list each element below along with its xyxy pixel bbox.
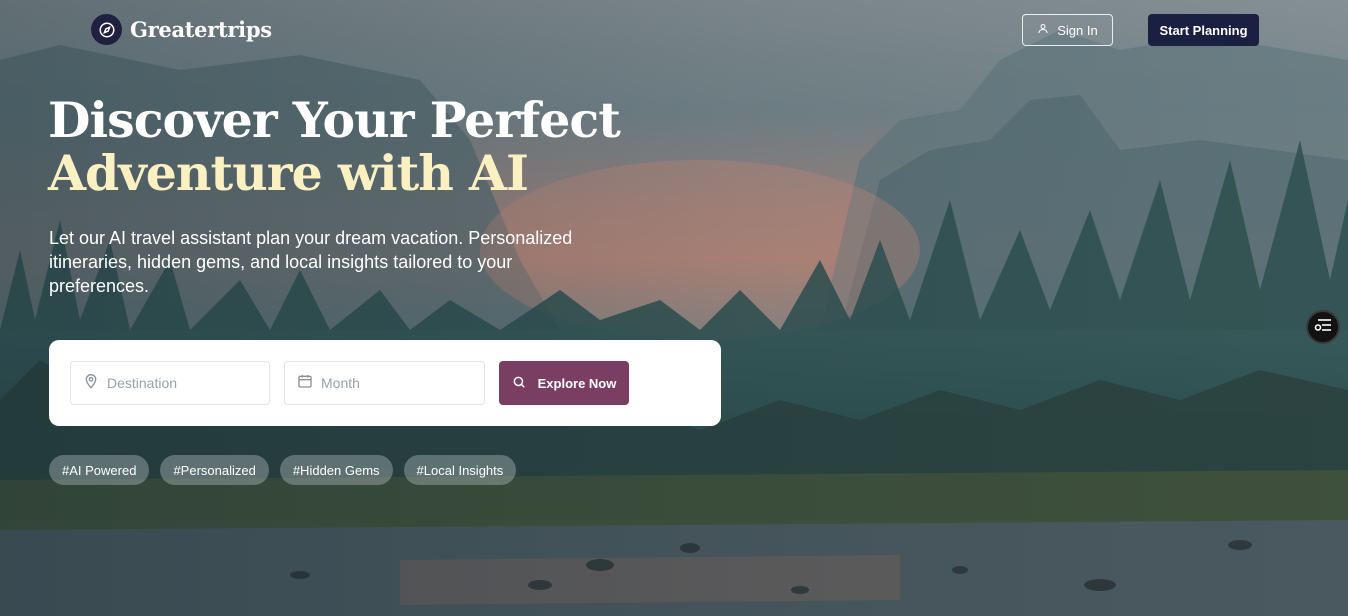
hero-title-line1: Discover Your Perfect xyxy=(48,91,621,149)
explore-now-button[interactable]: Explore Now xyxy=(499,361,629,405)
compass-icon xyxy=(91,14,122,45)
start-planning-label: Start Planning xyxy=(1159,22,1248,38)
calendar-icon xyxy=(297,373,313,394)
hero-title: Discover Your Perfect Adventure with AI xyxy=(48,91,621,202)
search-icon xyxy=(512,375,526,392)
month-field[interactable] xyxy=(284,361,485,405)
search-card: Explore Now xyxy=(49,340,721,426)
map-pin-icon xyxy=(83,373,99,394)
sign-in-label: Sign In xyxy=(1057,22,1098,38)
month-input[interactable] xyxy=(321,375,461,391)
hero-subtitle: Let our AI travel assistant plan your dr… xyxy=(49,228,573,296)
destination-input[interactable] xyxy=(107,375,247,391)
brand-name: Greatertrips xyxy=(130,17,272,42)
tag-personalized[interactable]: #Personalized xyxy=(160,455,269,485)
user-icon xyxy=(1037,22,1049,38)
sign-in-button[interactable]: Sign In xyxy=(1022,14,1113,46)
top-navigation: Greatertrips Sign In Start Planning xyxy=(0,0,1348,60)
floating-menu-button[interactable] xyxy=(1306,310,1340,344)
brand-logo[interactable]: Greatertrips xyxy=(91,14,272,45)
tag-list: #AI Powered #Personalized #Hidden Gems #… xyxy=(49,455,517,485)
tag-hidden-gems[interactable]: #Hidden Gems xyxy=(279,455,393,485)
tag-ai-powered[interactable]: #AI Powered xyxy=(49,455,150,485)
destination-field[interactable] xyxy=(70,361,270,405)
tag-local-insights[interactable]: #Local Insights xyxy=(403,455,517,485)
explore-now-label: Explore Now xyxy=(537,375,617,391)
hero-title-line2: Adventure with AI xyxy=(48,144,529,202)
start-planning-button[interactable]: Start Planning xyxy=(1148,14,1259,46)
filter-list-icon xyxy=(1314,318,1332,337)
